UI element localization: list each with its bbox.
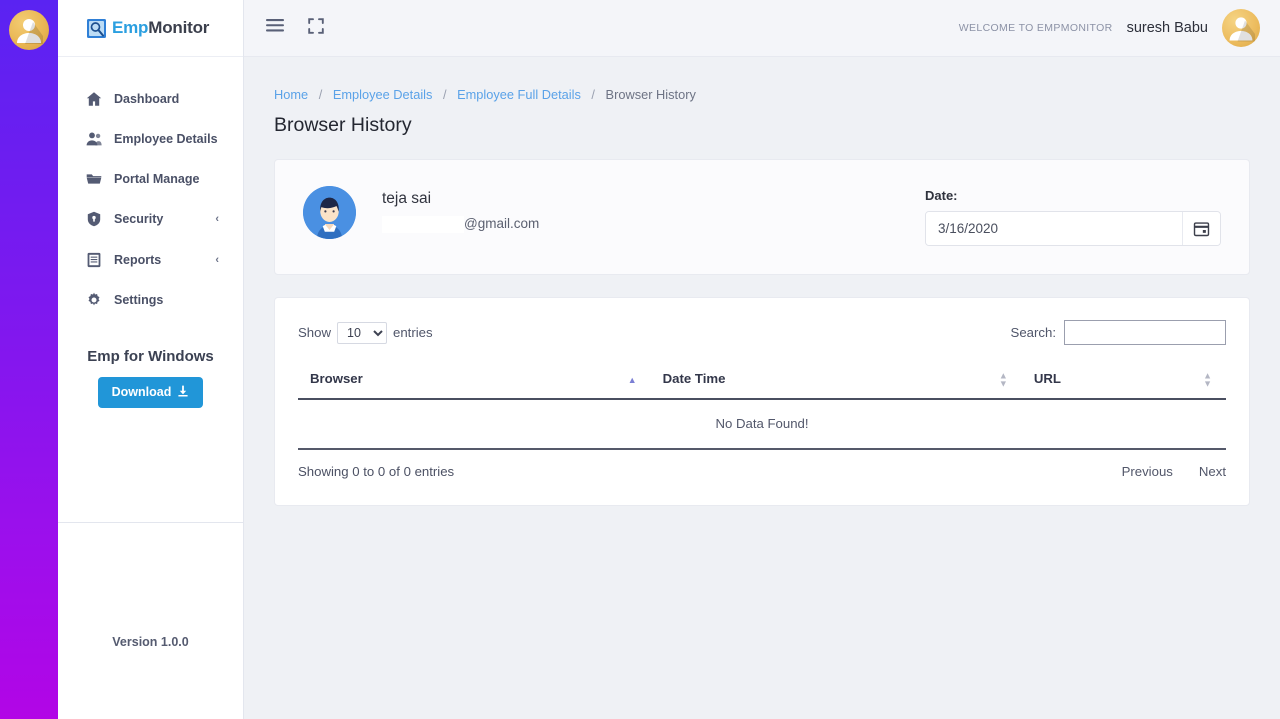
breadcrumb-item-current: Browser History — [605, 87, 696, 102]
folder-icon — [86, 171, 102, 187]
sidebar-item-label: Reports — [114, 252, 162, 267]
pagination: Previous Next — [1122, 464, 1226, 479]
main-content: Home / Employee Details / Employee Full … — [244, 57, 1280, 719]
hamburger-menu-icon[interactable] — [266, 18, 284, 38]
email-redacted-part — [382, 216, 464, 233]
welcome-text: WELCOME TO EMPMONITOR — [958, 22, 1113, 34]
chevron-left-icon: ‹ — [215, 213, 219, 226]
breadcrumb-separator: / — [318, 87, 323, 102]
employee-profile-card: teja sai @gmail.com Date: — [274, 159, 1250, 275]
user-avatar-icon — [17, 19, 43, 44]
entries-length-select[interactable]: 102550100 — [337, 321, 387, 344]
column-label: Date Time — [662, 371, 726, 386]
sidebar-item-security[interactable]: Security ‹ — [58, 199, 243, 239]
column-label: Browser — [310, 371, 363, 386]
sidebar-item-employee-details[interactable]: Employee Details — [58, 119, 243, 159]
pagination-previous[interactable]: Previous — [1122, 464, 1173, 479]
column-header-browser[interactable]: Browser ▲ — [298, 363, 651, 400]
app-root: EmpMonitor Dashboard Employee Details Po… — [0, 0, 1280, 719]
table-row-empty: No Data Found! — [298, 399, 1226, 450]
brand-logo[interactable]: EmpMonitor — [58, 0, 243, 57]
breadcrumb-item-employee-details[interactable]: Employee Details — [333, 87, 433, 102]
users-icon — [86, 131, 102, 147]
calendar-icon[interactable] — [1182, 212, 1220, 245]
breadcrumb-item-home[interactable]: Home — [274, 87, 308, 102]
sidebar-item-label: Dashboard — [114, 92, 180, 106]
employee-avatar-icon — [303, 186, 356, 239]
browser-history-table: Browser ▲ Date Time ▲ ▼ URL ▲ ▼ No Data … — [298, 363, 1226, 450]
brand-text-primary: Emp — [112, 18, 149, 37]
emp-for-windows-section: Emp for Windows Download — [58, 348, 243, 408]
entries-label: entries — [393, 325, 433, 340]
version-label: Version 1.0.0 — [112, 635, 189, 649]
left-gradient-rail — [0, 0, 58, 719]
browser-history-table-card: Show 102550100 entries Search: Browser — [274, 297, 1250, 506]
sidebar-item-label: Settings — [114, 292, 164, 307]
sidebar-item-label: Security — [114, 212, 164, 227]
column-label: URL — [1033, 371, 1061, 386]
sidebar-item-settings[interactable]: Settings — [58, 280, 243, 320]
column-header-date-time[interactable]: Date Time ▲ ▼ — [650, 363, 1022, 400]
breadcrumb-separator: / — [442, 87, 447, 102]
table-footer: Showing 0 to 0 of 0 entries Previous Nex… — [298, 464, 1226, 479]
show-label: Show — [298, 325, 331, 340]
sort-ascending-icon: ▲ — [627, 374, 637, 385]
sidebar-divider — [58, 522, 243, 523]
sidebar-item-label: Employee Details — [114, 132, 218, 147]
table-search: Search: — [1011, 320, 1226, 345]
table-header-row: Browser ▲ Date Time ▲ ▼ URL ▲ ▼ — [298, 363, 1226, 400]
fullscreen-expand-icon[interactable] — [308, 17, 324, 39]
home-icon — [86, 91, 102, 107]
emp-for-windows-title: Emp for Windows — [87, 347, 214, 365]
breadcrumb-item-employee-full-details[interactable]: Employee Full Details — [457, 87, 581, 102]
sidebar-item-dashboard[interactable]: Dashboard — [58, 79, 243, 119]
download-icon — [177, 385, 189, 400]
pagination-next[interactable]: Next — [1199, 464, 1226, 479]
gear-icon — [86, 292, 102, 308]
page-title: Browser History — [274, 114, 412, 136]
sidebar-item-label: Portal Manage — [114, 172, 200, 187]
table-info: Showing 0 to 0 of 0 entries — [298, 464, 455, 479]
shield-icon — [86, 211, 102, 227]
sort-both-icon: ▲ ▼ — [1203, 369, 1212, 388]
download-button-label: Download — [111, 385, 172, 400]
column-header-url[interactable]: URL ▲ ▼ — [1021, 363, 1226, 400]
employee-email: @gmail.com — [382, 216, 539, 233]
breadcrumb-separator: / — [591, 87, 595, 102]
download-button[interactable]: Download — [97, 376, 204, 408]
date-input[interactable] — [926, 212, 1182, 245]
email-domain: @gmail.com — [464, 216, 540, 231]
search-input[interactable] — [1064, 320, 1226, 345]
entries-length-control: Show 102550100 entries — [298, 321, 433, 344]
empmonitor-logo-icon — [87, 18, 106, 38]
search-label: Search: — [1010, 325, 1056, 340]
brand-text-secondary: Monitor — [148, 18, 210, 37]
empty-message: No Data Found! — [298, 399, 1226, 450]
report-icon — [86, 252, 102, 268]
date-label: Date: — [925, 188, 958, 203]
username-label: suresh Babu — [1126, 20, 1208, 36]
sidebar-item-portal-manage[interactable]: Portal Manage — [58, 159, 243, 199]
topbar-avatar[interactable] — [1222, 9, 1260, 47]
sidebar: EmpMonitor Dashboard Employee Details Po… — [58, 0, 244, 719]
chevron-left-icon: ‹ — [215, 253, 219, 266]
breadcrumb: Home / Employee Details / Employee Full … — [244, 57, 1280, 102]
date-filter: Date: — [925, 184, 1221, 246]
topbar: WELCOME TO EMPMONITOR suresh Babu — [244, 0, 1280, 57]
sidebar-nav: Dashboard Employee Details Portal Manage… — [58, 57, 243, 320]
employee-name: teja sai — [382, 190, 432, 207]
rail-avatar[interactable] — [9, 10, 49, 50]
sort-both-icon: ▲ ▼ — [998, 369, 1008, 388]
user-avatar-icon — [1229, 17, 1255, 42]
sidebar-item-reports[interactable]: Reports ‹ — [58, 240, 243, 280]
